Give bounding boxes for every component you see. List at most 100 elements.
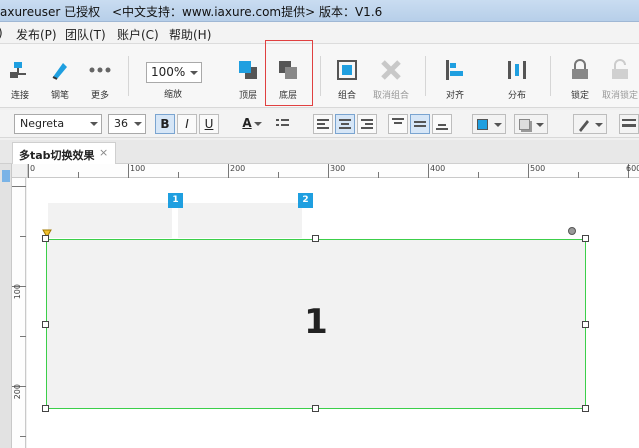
unlock-label: 取消锁定 [601, 91, 638, 101]
main-toolbar: 连接 钢笔 更多 顶层 底层 组合 取消组合 对齐 分布 锁定 取消锁定 [0, 44, 639, 108]
bullets-button[interactable] [272, 114, 292, 134]
zoom-label: 缩放 [164, 90, 183, 100]
menu-item-publish[interactable]: 发布(P) [16, 26, 57, 43]
more-button[interactable]: 更多 [80, 54, 120, 102]
align-left-button[interactable] [313, 114, 333, 134]
lock-label: 锁定 [570, 91, 589, 101]
toolbar-divider [425, 56, 426, 96]
format-toolbar: Negreta 36 B I U A [0, 110, 639, 138]
shadow-icon [519, 119, 530, 130]
ruler-label: 100 [130, 164, 146, 173]
valign-top-button[interactable] [388, 114, 408, 134]
resize-handle[interactable] [312, 405, 319, 412]
unlock-button[interactable]: 取消锁定 [600, 54, 639, 102]
underline-button[interactable]: U [199, 114, 219, 134]
menu-item-help[interactable]: 帮助(H) [169, 26, 211, 43]
ungroup-button[interactable]: 取消组合 [371, 54, 411, 102]
unlock-icon [612, 59, 628, 79]
menu-item-team[interactable]: 团队(T) [65, 26, 106, 43]
align-left-icon [317, 119, 329, 129]
chevron-down-icon [134, 122, 142, 126]
connect-label: 连接 [10, 91, 29, 101]
highlight-outline [265, 40, 313, 106]
align-label: 对齐 [445, 91, 464, 101]
close-icon[interactable]: × [99, 146, 108, 159]
valign-middle-button[interactable] [410, 114, 430, 134]
list-icon [276, 119, 289, 126]
window-version: <中文支持：www.iaxure.com提供> 版本：V1.6 [112, 5, 383, 19]
ruler-label: 100 [13, 284, 22, 300]
bring-to-front-icon [239, 61, 257, 79]
ruler-label: 500 [530, 164, 546, 173]
align-bottom-icon [436, 124, 448, 130]
connect-button[interactable]: 连接 [0, 54, 40, 102]
tab-label: 多tab切换效果 [19, 149, 95, 162]
ruler-label: 200 [13, 384, 22, 400]
page-tab-strip: 多tab切换效果 × [0, 140, 639, 164]
lock-button[interactable]: 锁定 [560, 54, 600, 102]
pen-button[interactable]: 钢笔 [40, 54, 80, 102]
pen-icon [52, 63, 67, 80]
tab-page[interactable]: 多tab切换效果 × [12, 142, 116, 164]
panel-text: 1 [304, 302, 328, 342]
resize-handle[interactable] [42, 235, 49, 242]
ruler-label: 0 [30, 164, 36, 173]
resize-handle[interactable] [42, 321, 49, 328]
ungroup-icon [381, 60, 401, 80]
more-label: 更多 [90, 91, 109, 101]
rotate-handle[interactable] [568, 227, 576, 235]
align-button[interactable]: 对齐 [435, 54, 475, 102]
distribute-button[interactable]: 分布 [497, 54, 537, 102]
bold-button[interactable]: B [155, 114, 175, 134]
valign-bottom-button[interactable] [432, 114, 452, 134]
resize-handle[interactable] [582, 321, 589, 328]
align-top-icon [392, 118, 404, 124]
ruler-ticks [12, 186, 26, 437]
menu-item-truncated[interactable]: ) [0, 26, 3, 40]
chevron-down-icon [254, 122, 262, 126]
line-weight-button[interactable] [619, 114, 639, 134]
menu-bar: ) 发布(P) 团队(T) 账户(C) 帮助(H) [0, 22, 639, 44]
tab-cell-1[interactable] [48, 203, 172, 238]
resize-handle[interactable] [582, 405, 589, 412]
line-color-button[interactable] [573, 114, 607, 134]
chevron-down-icon [90, 122, 98, 126]
distribute-icon [508, 61, 526, 79]
axure-window: axureuser 已授权 <中文支持：www.iaxure.com提供> 版本… [0, 0, 639, 448]
bring-to-front-button[interactable]: 顶层 [228, 54, 268, 102]
window-title: axureuser 已授权 [0, 5, 101, 19]
resize-handle[interactable] [312, 235, 319, 242]
line-weight-icon [622, 119, 636, 127]
tab-cell-2[interactable] [178, 203, 302, 238]
shadow-button[interactable] [514, 114, 548, 134]
italic-button[interactable]: I [177, 114, 197, 134]
design-canvas[interactable]: 1 2 1 [27, 178, 639, 448]
ruler-corner [12, 164, 28, 178]
align-middle-icon [414, 121, 426, 127]
align-icon [446, 60, 463, 80]
menu-item-account[interactable]: 账户(C) [117, 26, 159, 43]
pencil-icon [579, 120, 589, 132]
group-label: 组合 [337, 91, 356, 101]
dynamic-panel[interactable]: 1 [46, 239, 586, 409]
font-size-select[interactable]: 36 [108, 114, 146, 134]
align-right-button[interactable] [357, 114, 377, 134]
toolbar-divider [128, 56, 129, 96]
zoom-select[interactable]: 100% [146, 62, 202, 83]
font-family-select[interactable]: Negreta [14, 114, 102, 134]
ruler-label: 300 [330, 164, 346, 173]
ungroup-label: 取消组合 [372, 91, 409, 101]
align-right-icon [361, 119, 373, 129]
fill-color-button[interactable] [472, 114, 506, 134]
align-center-button[interactable] [335, 114, 355, 134]
ruler-label: 600 [626, 164, 639, 173]
group-button[interactable]: 组合 [327, 54, 367, 102]
chevron-down-icon [536, 123, 544, 127]
widget-badge-2: 2 [298, 193, 313, 208]
font-color-button[interactable]: A [230, 114, 264, 134]
connector-icon [10, 62, 26, 78]
panel-toggle-icon[interactable] [2, 170, 10, 182]
resize-handle[interactable] [582, 235, 589, 242]
resize-handle[interactable] [42, 405, 49, 412]
group-icon [337, 60, 357, 80]
